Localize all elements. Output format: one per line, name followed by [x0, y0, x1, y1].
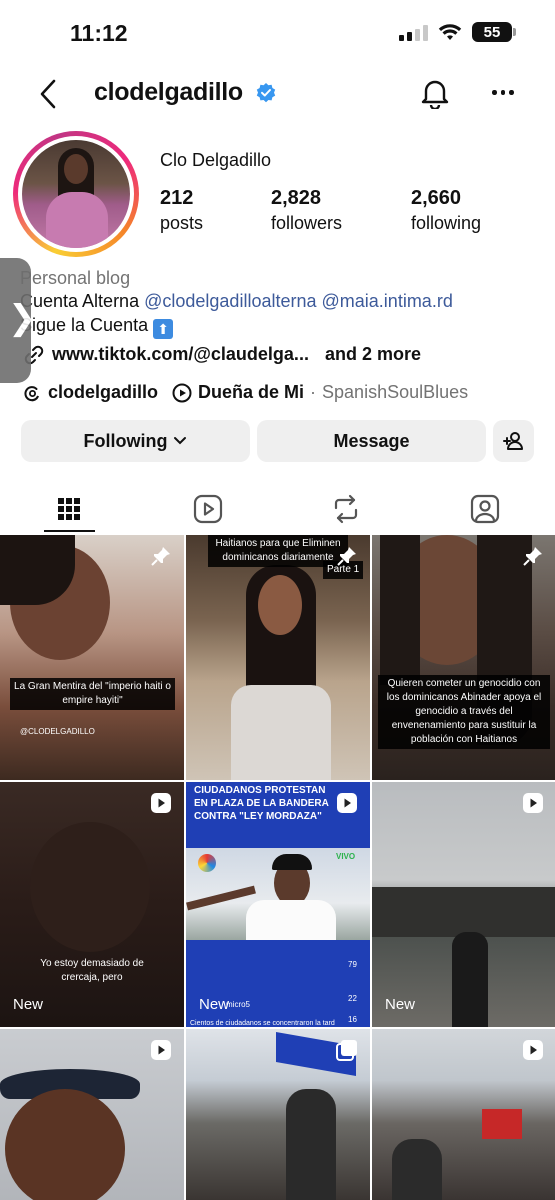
tab-posts[interactable]	[0, 484, 138, 534]
post-tile[interactable]: Quieren cometer un genocidio con los dom…	[372, 535, 555, 780]
avatar	[22, 140, 130, 248]
threads-handle[interactable]: clodelgadillo	[48, 382, 158, 403]
stat-following[interactable]: 2,660 following	[411, 187, 481, 234]
back-icon[interactable]	[34, 78, 62, 110]
profile-tabs	[0, 484, 555, 534]
stat-following-value: 2,660	[411, 187, 462, 209]
tab-tagged[interactable]	[416, 484, 554, 534]
post-tile[interactable]: Haitianos para que Eliminen dominicanos …	[186, 535, 370, 780]
notification-bell-icon[interactable]	[420, 77, 450, 109]
post-caption: Yo estoy demasiado de crercaja, pero	[40, 958, 144, 983]
tab-reels[interactable]	[139, 484, 277, 534]
stat-followers-label: followers	[271, 213, 343, 233]
up-arrow-emoji-icon: ⬆	[153, 319, 174, 339]
reels-icon	[193, 494, 223, 524]
post-headline: CIUDADANOS PROTESTAN EN PLAZA DE LA BAND…	[194, 785, 329, 822]
post-tile[interactable]: New	[372, 782, 555, 1027]
post-tile[interactable]	[0, 1029, 184, 1200]
new-badge: New	[13, 996, 44, 1013]
active-tab-indicator	[44, 530, 95, 532]
new-badge: New	[385, 996, 416, 1013]
post-footer-text: Cientos de ciudadanos se concentraron la…	[190, 1020, 335, 1027]
battery-cap	[513, 28, 516, 36]
display-name: Clo Delgadillo	[160, 150, 272, 170]
bio-link-url[interactable]: www.tiktok.com/@claudelga...	[52, 344, 309, 365]
following-button[interactable]: Following	[21, 420, 250, 462]
bio-link-more[interactable]: and 2 more	[325, 344, 421, 365]
bio-links[interactable]: www.tiktok.com/@claudelga... and 2 more	[24, 344, 421, 365]
stat-following-label: following	[411, 213, 482, 233]
cellular-signal-icon	[399, 25, 428, 41]
post-tile[interactable]: Yo estoy demasiado de crercaja, pero New	[0, 782, 184, 1027]
music-artist[interactable]: SpanishSoulBlues	[322, 382, 468, 403]
status-bar: 11:12 55	[0, 0, 555, 66]
chevron-right-icon: ❯	[8, 298, 37, 338]
profile-header: clodelgadillo	[0, 66, 555, 124]
reel-icon	[151, 793, 171, 813]
posts-grid: La Gran Mentira del "imperio haiti o emp…	[0, 535, 555, 1200]
more-options-icon[interactable]	[492, 90, 514, 95]
message-button-label: Message	[333, 430, 410, 451]
stat-posts-label: posts	[160, 213, 204, 233]
carousel-icon	[336, 1040, 357, 1061]
repost-icon	[334, 494, 358, 524]
pin-icon	[523, 547, 542, 566]
bio-mention-alterna[interactable]: @clodelgadilloalterna	[144, 291, 316, 311]
post-caption: La Gran Mentira del "imperio haiti o emp…	[10, 678, 175, 710]
threads-icon	[24, 385, 39, 401]
pin-icon	[151, 547, 170, 566]
reel-icon	[523, 1040, 543, 1060]
reel-icon	[523, 793, 543, 813]
post-tile[interactable]: CIUDADANOS PROTESTAN EN PLAZA DE LA BAND…	[186, 782, 370, 1027]
post-watermark: @CLODELGADILLO	[20, 727, 95, 736]
following-button-label: Following	[83, 430, 168, 451]
post-source-handle: micro5	[226, 1000, 251, 1009]
music-separator: ·	[310, 382, 317, 402]
stat-posts-value: 212	[160, 187, 194, 209]
chevron-down-icon	[174, 437, 187, 445]
reel-icon	[151, 1040, 171, 1060]
battery-icon: 55	[472, 22, 512, 42]
message-button[interactable]: Message	[257, 420, 486, 462]
bio-text: Sigue la Cuenta	[20, 315, 149, 335]
bio-mention-maia[interactable]: @maia.intima.rd	[322, 291, 453, 311]
bio-category: Personal blog	[20, 268, 131, 288]
add-person-icon	[502, 432, 523, 450]
reel-icon	[337, 793, 357, 813]
stat-followers-value: 2,828	[271, 187, 322, 209]
profile-username: clodelgadillo	[94, 78, 243, 106]
post-share-count: 22	[348, 994, 357, 1003]
bio-line-follow: Sigue la Cuenta ⬆	[20, 315, 174, 339]
post-tile[interactable]	[186, 1029, 370, 1200]
threads-and-music-row: clodelgadillo Dueña de Mi · SpanishSoulB…	[22, 382, 468, 403]
post-save-count: 16	[348, 1015, 357, 1024]
stat-followers[interactable]: 2,828 followers	[271, 187, 342, 234]
tagged-icon	[470, 494, 500, 524]
suggested-users-button[interactable]	[493, 420, 534, 462]
verified-badge-icon	[256, 83, 276, 103]
story-ring[interactable]	[13, 131, 139, 257]
post-tile[interactable]	[372, 1029, 555, 1200]
music-play-icon[interactable]	[172, 383, 192, 403]
bio-text: Cuenta Alterna	[20, 291, 140, 311]
tab-reposts[interactable]	[277, 484, 415, 534]
status-time: 11:12	[70, 20, 128, 46]
pin-icon	[337, 547, 356, 566]
new-badge: New	[199, 996, 230, 1013]
post-brand-label: VIVO	[336, 852, 356, 861]
side-panel-handle[interactable]: ❯	[0, 258, 37, 383]
post-tile[interactable]: La Gran Mentira del "imperio haiti o emp…	[0, 535, 184, 780]
wifi-icon	[438, 24, 462, 40]
music-song-title[interactable]: Dueña de Mi	[198, 382, 304, 403]
grid-icon	[58, 498, 80, 520]
post-caption: Quieren cometer un genocidio con los dom…	[378, 675, 550, 749]
post-like-count: 79	[348, 960, 357, 969]
bio-line-alt-account: Cuenta Alterna @clodelgadilloalterna @ma…	[20, 291, 453, 312]
stat-posts[interactable]: 212 posts	[160, 187, 203, 234]
